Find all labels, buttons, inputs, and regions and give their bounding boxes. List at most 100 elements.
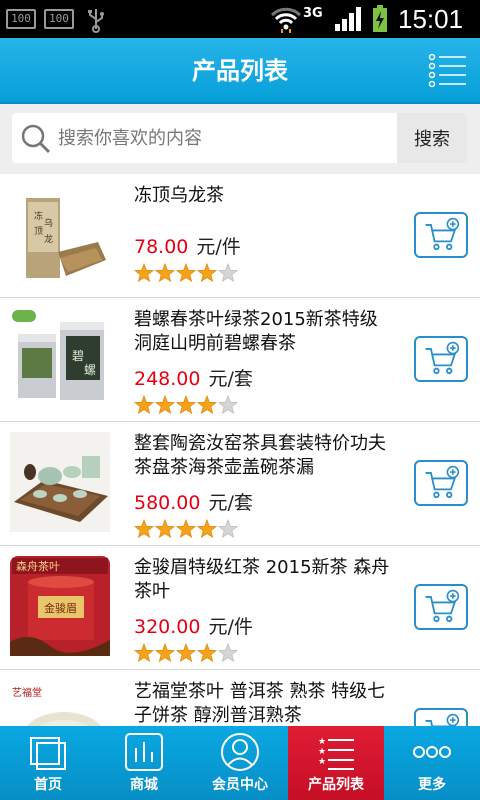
star-empty-icon — [217, 395, 239, 415]
star-filled-icon — [196, 395, 218, 415]
price-line: 320.00 元/件 — [134, 612, 253, 639]
notification-icon: 100 — [44, 9, 74, 29]
rating-stars — [134, 263, 239, 283]
svg-text:森舟茶叶: 森舟茶叶 — [16, 559, 60, 573]
add-to-cart-icon[interactable] — [414, 336, 468, 382]
star-empty-icon — [217, 643, 239, 663]
price-line: 248.00 元/套 — [134, 364, 253, 391]
star-filled-icon — [134, 643, 155, 663]
product-name: 冻顶乌龙茶 — [134, 185, 224, 206]
status-bar: 100 100 3G 15:01 — [0, 0, 480, 38]
price-line: 580.00 元/套 — [134, 488, 253, 515]
product-name: 艺福堂茶叶 普洱茶 熟茶 特级七子饼茶 醇洌普洱熟茶 — [134, 681, 386, 726]
wifi-icon — [270, 7, 302, 33]
add-to-cart-icon[interactable] — [414, 212, 468, 258]
star-filled-icon — [175, 519, 197, 539]
mall-chart-icon — [125, 733, 163, 771]
title-bar: 产品列表 — [0, 38, 480, 104]
star-empty-icon — [217, 519, 239, 539]
product-list: 冻 顶 乌 龙 冻顶乌龙茶 78.00 元/件 碧 螺 碧螺春茶叶绿茶2015新… — [0, 174, 480, 726]
star-filled-icon — [175, 395, 197, 415]
product-name: 整套陶瓷汝窑茶具套装特价功夫茶盘茶海茶壶盖碗茶漏 — [134, 433, 386, 478]
product-image: 碧 螺 — [12, 310, 104, 400]
star-filled-icon — [154, 643, 176, 663]
nav-item-more[interactable]: 更多 — [384, 726, 480, 800]
svg-text:★: ★ — [318, 757, 326, 767]
nav-label: 首页 — [34, 777, 62, 793]
battery-charging-icon — [373, 5, 387, 32]
product-unit: 元/件 — [196, 236, 241, 258]
star-filled-icon — [196, 643, 218, 663]
svg-text:乌: 乌 — [44, 217, 53, 229]
home-icon — [30, 737, 66, 770]
product-image: 森舟茶叶 金骏眉 — [10, 556, 110, 656]
nav-label: 产品列表 — [308, 777, 364, 793]
page-title: 产品列表 — [192, 57, 288, 85]
star-filled-icon — [134, 263, 155, 283]
more-icon — [413, 746, 451, 758]
search-icon — [21, 124, 51, 154]
svg-text:龙: 龙 — [44, 233, 53, 245]
star-filled-icon — [196, 519, 218, 539]
rating-stars — [134, 395, 239, 415]
star-filled-icon — [134, 395, 155, 415]
product-price: 580.00 — [134, 492, 201, 514]
star-filled-icon — [154, 395, 176, 415]
notification-icon: 100 — [6, 9, 36, 29]
product-item[interactable]: 冻 顶 乌 龙 冻顶乌龙茶 78.00 元/件 — [0, 174, 480, 298]
add-to-cart-icon[interactable] — [414, 584, 468, 630]
product-name: 金骏眉特级红茶 2015新茶 森舟茶叶 — [134, 557, 390, 602]
product-item[interactable]: 森舟茶叶 金骏眉 金骏眉特级红茶 2015新茶 森舟茶叶 320.00 元/件 — [0, 546, 480, 670]
add-to-cart-icon[interactable] — [414, 460, 468, 506]
star-filled-icon — [154, 263, 176, 283]
search-button[interactable]: 搜索 — [397, 113, 467, 163]
svg-text:★: ★ — [318, 737, 326, 747]
product-image: 艺福堂 茶 — [12, 686, 102, 726]
product-item[interactable]: 艺福堂 茶 艺福堂茶叶 普洱茶 熟茶 特级七子饼茶 醇洌普洱熟茶 — [0, 670, 480, 726]
star-filled-icon — [196, 263, 218, 283]
bottom-nav: 首页 商城 会员中心 ★ ★ ★ 产品列表 更多 — [0, 726, 480, 800]
product-item[interactable]: 碧 螺 碧螺春茶叶绿茶2015新茶特级洞庭山明前碧螺春茶 248.00 元/套 — [0, 298, 480, 422]
product-image — [10, 432, 110, 532]
product-image: 冻 顶 乌 龙 — [26, 198, 106, 278]
nav-label: 商城 — [130, 777, 158, 793]
svg-text:金骏眉: 金骏眉 — [44, 601, 77, 615]
search-input[interactable] — [58, 113, 388, 163]
add-to-cart-icon[interactable] — [414, 708, 468, 726]
search-box — [12, 113, 397, 163]
product-unit: 元/套 — [208, 368, 253, 390]
usb-icon — [88, 9, 104, 33]
svg-text:冻: 冻 — [34, 210, 43, 222]
nav-item-product-list[interactable]: ★ ★ ★ 产品列表 — [288, 726, 384, 800]
product-price: 320.00 — [134, 616, 201, 638]
nav-label: 会员中心 — [212, 777, 268, 793]
svg-text:顶: 顶 — [34, 226, 43, 237]
svg-text:艺福堂: 艺福堂 — [12, 686, 42, 699]
product-price: 248.00 — [134, 368, 201, 390]
svg-text:碧: 碧 — [72, 349, 84, 363]
star-filled-icon — [154, 519, 176, 539]
network-type: 3G — [303, 6, 323, 21]
price-line: 78.00 元/件 — [134, 232, 241, 259]
rating-stars — [134, 643, 239, 663]
signal-icon — [335, 7, 361, 31]
nav-item-mall[interactable]: 商城 — [96, 726, 192, 800]
svg-text:★: ★ — [318, 747, 326, 757]
star-filled-icon — [134, 519, 155, 539]
star-filled-icon — [175, 263, 197, 283]
product-name: 碧螺春茶叶绿茶2015新茶特级洞庭山明前碧螺春茶 — [134, 309, 378, 354]
product-item[interactable]: 整套陶瓷汝窑茶具套装特价功夫茶盘茶海茶壶盖碗茶漏 580.00 元/套 — [0, 422, 480, 546]
rating-stars — [134, 519, 239, 539]
nav-item-member[interactable]: 会员中心 — [192, 726, 288, 800]
nav-label: 更多 — [418, 777, 446, 793]
search-bar: 搜索 — [0, 104, 480, 174]
member-icon — [221, 733, 259, 771]
star-filled-icon — [175, 643, 197, 663]
nav-item-home[interactable]: 首页 — [0, 726, 96, 800]
svg-text:螺: 螺 — [84, 363, 96, 377]
list-menu-icon[interactable] — [428, 52, 468, 88]
product-price: 78.00 — [134, 236, 189, 258]
product-unit: 元/套 — [208, 492, 253, 514]
product-list-icon: ★ ★ ★ — [318, 737, 354, 770]
star-empty-icon — [217, 263, 239, 283]
